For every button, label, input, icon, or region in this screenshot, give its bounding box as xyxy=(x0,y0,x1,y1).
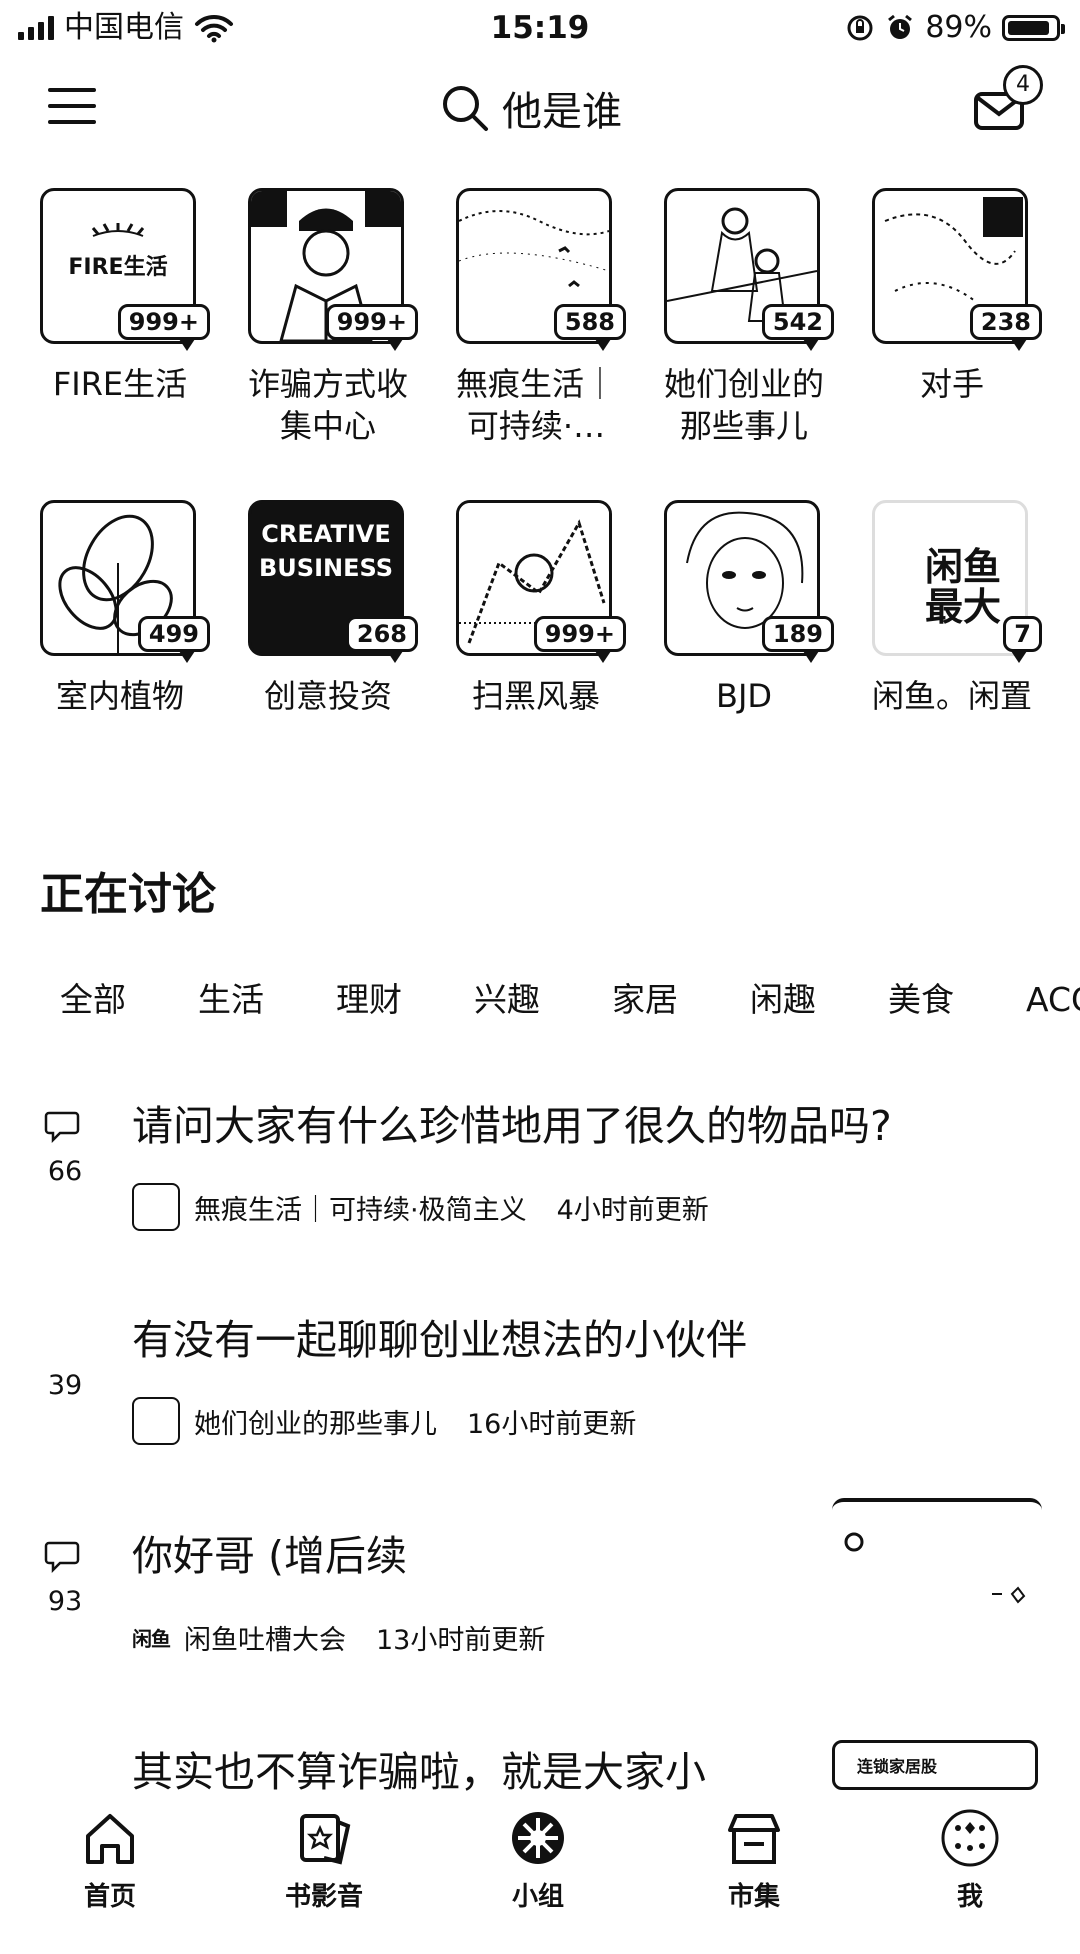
group-name: 無痕生活｜ 可持续·… xyxy=(455,365,616,445)
nav-market[interactable]: 市集 xyxy=(684,1808,824,1918)
post-meta: 闲鱼 闲鱼吐槽大会 13小时前更新 xyxy=(132,1612,545,1662)
group-avatar: 闲鱼 xyxy=(132,1626,171,1651)
thumb-text: CREATIVE BUSINESS xyxy=(259,520,393,582)
group-avatar xyxy=(132,1183,180,1231)
group-count: 189 xyxy=(761,616,834,663)
star-card-icon xyxy=(300,1814,351,1865)
thumb-text: 连锁家居股 xyxy=(857,1757,938,1776)
home-icon xyxy=(86,1814,134,1864)
group-tile[interactable]: 238 对手 xyxy=(852,188,1052,458)
group-tile[interactable]: 闲鱼 最大 7 闲鱼。闲置 xyxy=(852,500,1052,770)
nav-label: 小组 xyxy=(511,1882,564,1912)
group-count: 542 xyxy=(761,304,834,351)
group-name: 扫黑风暴 xyxy=(471,677,600,715)
discussion-post[interactable]: 93 你好哥 (增后续 闲鱼 闲鱼吐槽大会 13小时前更新 xyxy=(0,1498,1080,1738)
group-avatar xyxy=(132,1397,180,1445)
group-tile[interactable]: 542 她们创业的 那些事儿 xyxy=(644,188,844,458)
nav-home[interactable]: 首页 xyxy=(40,1808,180,1918)
post-time: 16小时前更新 xyxy=(467,1408,637,1440)
orientation-lock-icon xyxy=(847,15,873,41)
group-name: FIRE生活 xyxy=(52,365,188,403)
tab-home[interactable]: 家居 xyxy=(612,970,678,1030)
nav-groups[interactable]: 小组 xyxy=(468,1808,608,1918)
post-group[interactable]: 無痕生活｜可持续·极简主义 xyxy=(194,1188,527,1227)
nav-books-movies[interactable]: 书影音 xyxy=(254,1808,394,1918)
mail-badge: 4 xyxy=(1003,65,1043,105)
comment-count: 39 xyxy=(47,1370,83,1401)
tab-leisure[interactable]: 闲趣 xyxy=(750,970,816,1030)
battery-percent: 89% xyxy=(925,10,992,45)
group-tile[interactable]: 999+ 诈骗方式收 集中心 xyxy=(228,188,428,458)
group-name: 对手 xyxy=(919,365,984,403)
group-count: 499 xyxy=(137,616,210,663)
post-time: 13小时前更新 xyxy=(376,1624,546,1656)
comment-icon xyxy=(44,1111,80,1144)
group-name: 她们创业的 那些事儿 xyxy=(663,365,824,445)
market-icon xyxy=(728,1814,780,1864)
discussion-post[interactable]: 39 有没有一起聊聊创业想法的小伙伴 她们创业的那些事儿 16小时前更新 xyxy=(0,1312,1080,1522)
group-tile[interactable]: 189 BJD xyxy=(644,500,844,770)
group-tile[interactable]: 499 室内植物 xyxy=(20,500,220,770)
tab-acg[interactable]: ACG xyxy=(1026,970,1080,1030)
status-bar: 中国电信 15:19 89% xyxy=(0,0,1080,56)
group-count: 999+ xyxy=(325,304,418,351)
nav-label: 书影音 xyxy=(284,1882,363,1912)
comment-count: 66 xyxy=(47,1156,83,1187)
thumb-text: 闲鱼 最大 xyxy=(925,545,1002,629)
nav-label: 我 xyxy=(956,1882,983,1912)
post-title: 其实也不算诈骗啦，就是大家小 xyxy=(132,1748,706,1796)
group-tile[interactable]: 588 無痕生活｜ 可持续·… xyxy=(436,188,636,458)
group-name: 创意投资 xyxy=(263,677,392,715)
group-count: 268 xyxy=(345,616,418,663)
thumb-text: FIRE生活 xyxy=(68,255,168,280)
post-group[interactable]: 闲鱼吐槽大会 xyxy=(184,1618,346,1657)
group-icon xyxy=(512,1812,564,1864)
group-count: 7 xyxy=(1003,616,1042,663)
tab-life[interactable]: 生活 xyxy=(198,970,264,1030)
search-placeholder: 他是谁 xyxy=(502,89,622,135)
nav-label: 市集 xyxy=(727,1882,780,1912)
post-image: 连锁家居股 xyxy=(832,1740,1038,1790)
post-title: 有没有一起聊聊创业想法的小伙伴 xyxy=(132,1316,747,1364)
search-bar[interactable]: 他是谁 xyxy=(440,78,622,138)
post-meta: 無痕生活｜可持续·极简主义 4小时前更新 xyxy=(132,1182,709,1232)
group-count: 238 xyxy=(969,304,1042,351)
tab-food[interactable]: 美食 xyxy=(888,970,954,1030)
profile-icon xyxy=(941,1809,999,1867)
comment-count: 93 xyxy=(47,1586,83,1617)
group-count: 588 xyxy=(553,304,626,351)
group-count: 999+ xyxy=(533,616,626,663)
post-time: 4小时前更新 xyxy=(556,1194,709,1226)
alarm-icon xyxy=(888,14,913,39)
group-tile[interactable]: 999+ 扫黑风暴 xyxy=(436,500,636,770)
post-title: 你好哥 (增后续 xyxy=(132,1532,408,1580)
top-bar: 他是谁 4 xyxy=(0,60,1080,160)
status-right: 89% xyxy=(845,10,1065,46)
tab-interest[interactable]: 兴趣 xyxy=(474,970,540,1030)
group-name: 室内植物 xyxy=(55,677,184,715)
search-icon xyxy=(443,86,488,131)
group-count: 999+ xyxy=(117,304,210,351)
bottom-nav: 首页 书影音 小组 市集 我 xyxy=(0,1800,1080,1920)
nav-label: 首页 xyxy=(83,1882,136,1912)
menu-icon[interactable] xyxy=(48,82,96,130)
post-group[interactable]: 她们创业的那些事儿 xyxy=(194,1402,437,1441)
group-tile[interactable]: FIRE生活 999+ FIRE生活 xyxy=(20,188,220,458)
post-title: 请问大家有什么珍惜地用了很久的物品吗? xyxy=(132,1102,892,1150)
group-tile[interactable]: CREATIVE BUSINESS 268 创意投资 xyxy=(228,500,428,770)
post-image xyxy=(832,1498,1042,1604)
battery-icon xyxy=(1002,15,1065,41)
group-name: 闲鱼。闲置 xyxy=(871,677,1032,715)
tab-finance[interactable]: 理财 xyxy=(336,970,402,1030)
section-title: 正在讨论 xyxy=(40,869,216,920)
nav-profile[interactable]: 我 xyxy=(900,1808,1040,1918)
post-meta: 她们创业的那些事儿 16小时前更新 xyxy=(132,1396,636,1446)
group-name: 诈骗方式收 集中心 xyxy=(247,365,408,445)
discussion-post[interactable]: 66 请问大家有什么珍惜地用了很久的物品吗? 無痕生活｜可持续·极简主义 4小时… xyxy=(0,1098,1080,1308)
category-tabs: 全部 生活 理财 兴趣 家居 闲趣 美食 ACG xyxy=(0,970,1080,1030)
group-name: BJD xyxy=(715,677,773,715)
tab-all[interactable]: 全部 xyxy=(60,970,126,1030)
comment-icon xyxy=(44,1541,80,1574)
